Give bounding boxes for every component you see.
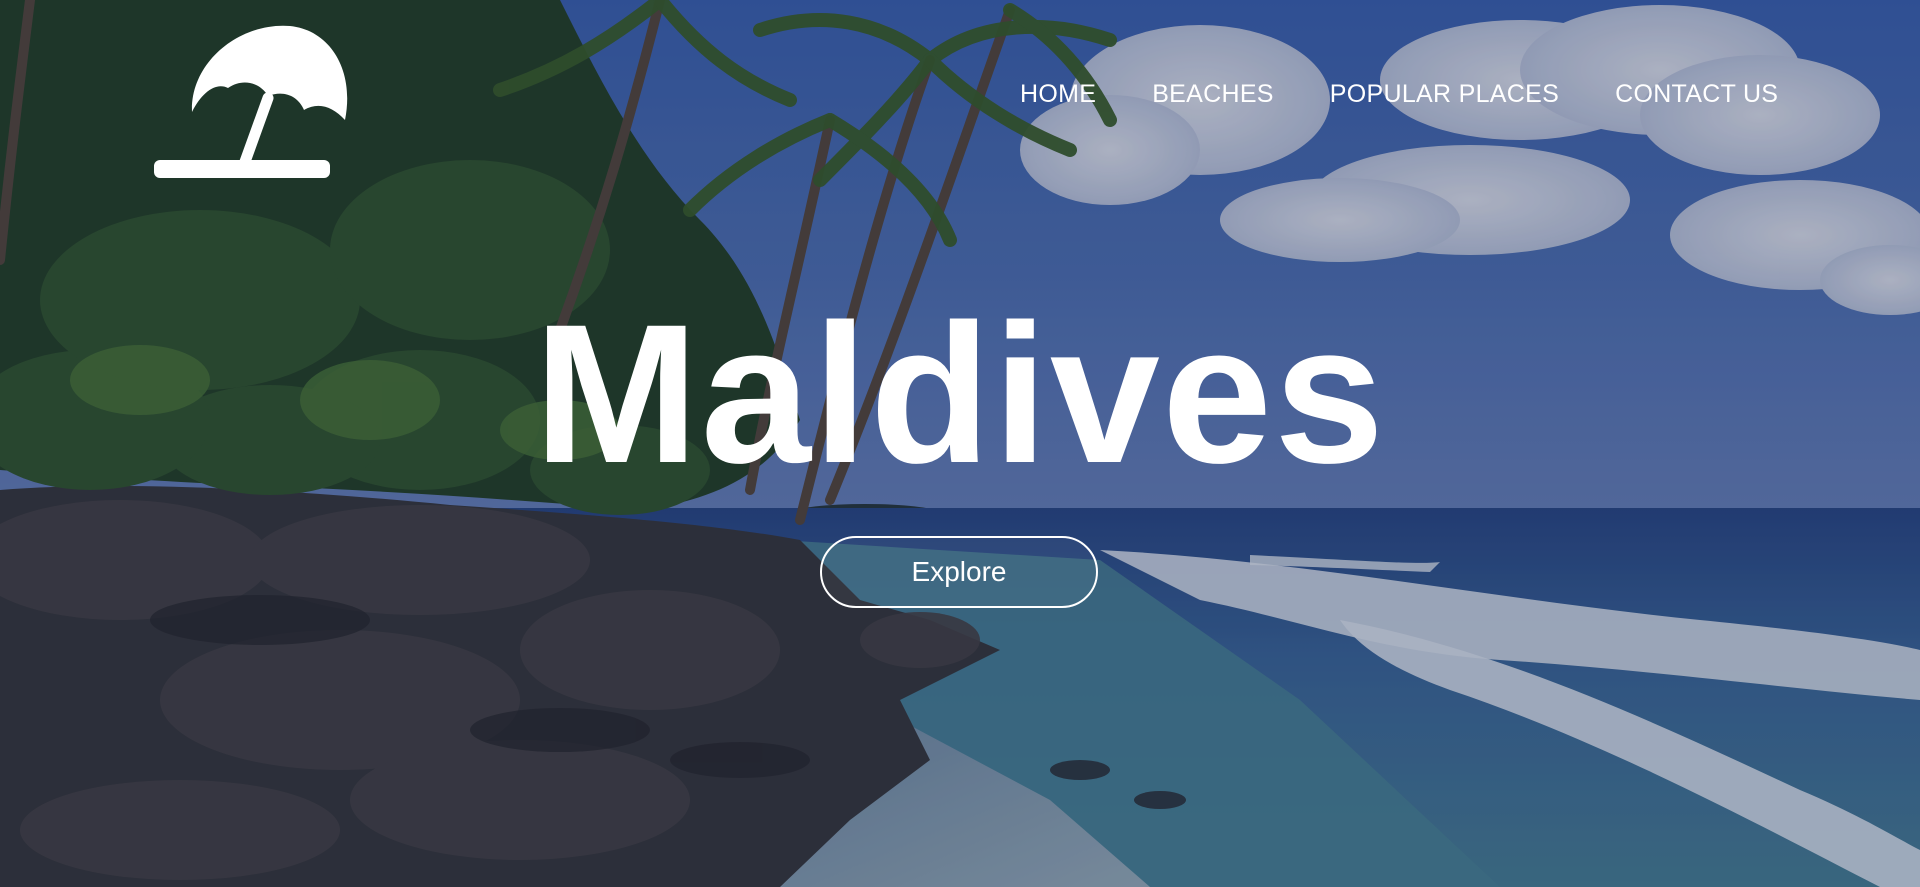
main-navigation: HOME BEACHES POPULAR PLACES CONTACT US bbox=[1020, 82, 1778, 107]
hero-section: HOME BEACHES POPULAR PLACES CONTACT US M… bbox=[0, 0, 1920, 887]
nav-beaches-link[interactable]: BEACHES bbox=[1152, 82, 1274, 107]
nav-home-link[interactable]: HOME bbox=[1020, 82, 1096, 107]
nav-contact-us-link[interactable]: CONTACT US bbox=[1615, 82, 1778, 107]
nav-popular-places-link[interactable]: POPULAR PLACES bbox=[1330, 82, 1559, 107]
hero-title: Maldives bbox=[533, 283, 1387, 504]
beach-umbrella-logo-icon[interactable] bbox=[150, 20, 350, 185]
explore-button[interactable]: Explore bbox=[820, 536, 1098, 608]
